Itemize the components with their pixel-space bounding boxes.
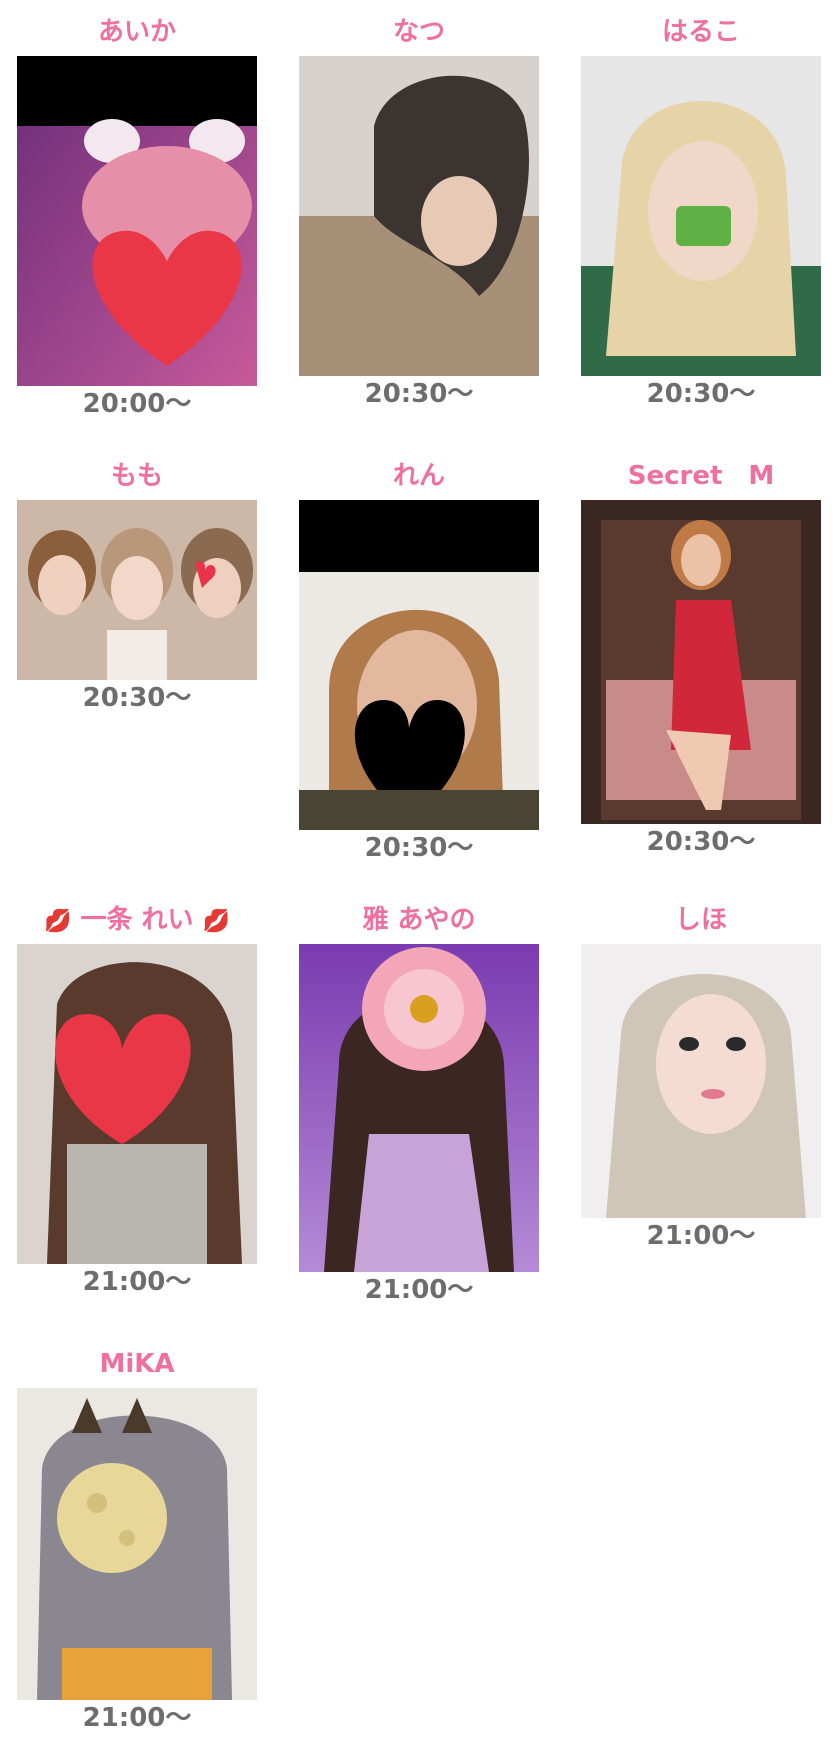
cast-name: なつ: [392, 17, 445, 47]
cast-time: 21:00〜: [646, 1221, 756, 1251]
cast-photo[interactable]: [581, 56, 821, 376]
cast-photo[interactable]: [17, 944, 257, 1264]
cast-name: もも: [110, 461, 163, 491]
cast-time: 20:30〜: [364, 379, 474, 409]
cast-photo[interactable]: [299, 56, 539, 376]
cast-name: 雅 あやの: [362, 905, 476, 935]
cast-photo[interactable]: [581, 944, 821, 1218]
cast-name: Secret M: [627, 461, 775, 491]
cast-time: 20:30〜: [646, 379, 756, 409]
cast-name: しほ: [674, 905, 727, 935]
cast-photo[interactable]: [581, 500, 821, 824]
cast-time: 20:30〜: [364, 833, 474, 863]
lips-icon: 💋: [202, 909, 230, 934]
cast-time: 20:30〜: [82, 683, 192, 713]
cast-name-text: 一条 れい: [80, 905, 194, 935]
cast-name: MiKA: [99, 1349, 175, 1379]
lips-icon: 💋: [44, 909, 72, 934]
cast-photo[interactable]: [299, 944, 539, 1272]
cast-time: 21:00〜: [82, 1703, 192, 1733]
cast-time: 21:00〜: [364, 1275, 474, 1305]
cast-name: あいか: [97, 17, 176, 47]
cast-time: 20:00〜: [82, 389, 192, 419]
cast-time: 21:00〜: [82, 1267, 192, 1297]
cast-photo[interactable]: [299, 500, 539, 830]
cast-name: はるこ: [661, 17, 740, 47]
cast-name: れん: [392, 461, 445, 491]
cast-photo[interactable]: [17, 56, 257, 386]
cast-time: 20:30〜: [646, 827, 756, 857]
cast-name: 💋 一条 れい 💋: [17, 902, 257, 938]
cast-photo[interactable]: [17, 500, 257, 680]
cast-photo[interactable]: [17, 1388, 257, 1700]
